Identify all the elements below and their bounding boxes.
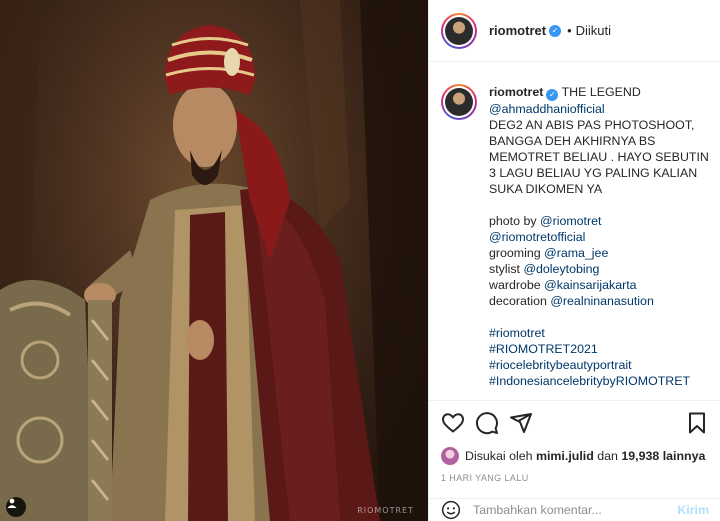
person-icon xyxy=(7,498,17,508)
follow-status-button[interactable]: Diikuti xyxy=(576,23,611,38)
hashtag-link[interactable]: #IndonesiancelebritybyRIOMOTRET xyxy=(489,373,709,389)
credit-decoration: decoration @realninanasution xyxy=(489,293,709,309)
add-comment-bar: Kirim xyxy=(429,498,720,521)
caption-avatar-ring[interactable] xyxy=(441,84,477,120)
credit-mention[interactable]: @rama_jee xyxy=(544,246,608,260)
user-tag-icon[interactable] xyxy=(6,497,26,517)
credit-mention[interactable]: @doleytobing xyxy=(523,262,599,276)
photo-watermark: RIOMOTRET xyxy=(357,506,414,515)
caption-text: riomotret ✓ THE LEGEND @ahmaddhaniofficia… xyxy=(489,84,709,389)
avatar-frame xyxy=(443,86,475,118)
caption-line: DEG2 AN ABIS PAS PHOTOSHOOT, xyxy=(489,118,695,132)
caption-line: THE LEGEND xyxy=(561,85,641,99)
verified-badge-icon: ✓ xyxy=(549,24,562,37)
post-actions-area: Disukai oleh mimi.julid dan 19,938 lainn… xyxy=(429,400,720,489)
bookmark-icon[interactable] xyxy=(685,411,709,435)
comment-input[interactable] xyxy=(473,503,678,517)
avatar xyxy=(445,16,473,45)
avatar xyxy=(445,88,473,116)
hashtag-link[interactable]: #RIOMOTRET2021 xyxy=(489,341,709,357)
share-glyph xyxy=(510,413,532,433)
portrait-illustration xyxy=(0,0,428,521)
caption-username[interactable]: riomotret xyxy=(489,85,543,99)
credit-mention[interactable]: @realninanasution xyxy=(550,294,654,308)
heart-icon[interactable] xyxy=(441,411,465,435)
post-header: riomotret ✓ • Diikuti xyxy=(429,0,720,62)
avatar-frame xyxy=(443,14,475,47)
smiley-icon[interactable] xyxy=(441,500,461,520)
liker-username[interactable]: mimi.julid xyxy=(536,449,594,463)
credit-stylist: stylist @doleytobing xyxy=(489,261,709,277)
likes-count[interactable]: 19,938 lainnya xyxy=(621,449,705,463)
credit-mention[interactable]: @kainsarijakarta xyxy=(544,278,636,292)
post-side-panel: riomotret ✓ • Diikuti riomotret ✓ THE LEG… xyxy=(428,0,720,521)
separator-dot: • xyxy=(567,23,572,38)
action-bar xyxy=(429,401,720,445)
caption-mention[interactable]: @ahmaddhaniofficial xyxy=(489,101,709,117)
verified-badge-icon: ✓ xyxy=(546,89,559,101)
post-photo[interactable]: RIOMOTRET xyxy=(0,0,428,521)
likes-connector: dan xyxy=(597,449,618,463)
caption-line: 3 LAGU BELIAU YG PALING KALIAN xyxy=(489,166,698,180)
credit-photo: photo by @riomotret xyxy=(489,213,709,229)
credit-label: stylist xyxy=(489,262,520,276)
credit-mention[interactable]: @riomotretofficial xyxy=(489,229,709,245)
hashtag-link[interactable]: #riomotret xyxy=(489,325,709,341)
bookmark-glyph xyxy=(689,412,705,434)
header-username[interactable]: riomotret xyxy=(489,23,546,38)
post-timestamp[interactable]: 1 HARI YANG LALU xyxy=(429,467,720,489)
credit-wardrobe: wardrobe @kainsarijakarta xyxy=(489,277,709,293)
hashtag-link[interactable]: #riocelebritybeautyportrait xyxy=(489,357,709,373)
caption-section: riomotret ✓ THE LEGEND @ahmaddhaniofficia… xyxy=(429,62,720,400)
credit-label: grooming xyxy=(489,246,541,260)
likes-prefix: Disukai oleh xyxy=(465,449,533,463)
credit-grooming: grooming @rama_jee xyxy=(489,245,709,261)
post-comment-button[interactable]: Kirim xyxy=(677,503,709,517)
caption-row: riomotret ✓ THE LEGEND @ahmaddhaniofficia… xyxy=(441,84,709,389)
likes-summary: Disukai oleh mimi.julid dan 19,938 lainn… xyxy=(429,445,720,467)
credit-label: photo by xyxy=(489,214,537,228)
caption-line: MEMOTRET BELIAU . HAYO SEBUTIN xyxy=(489,150,709,164)
credit-mention[interactable]: @riomotret xyxy=(540,214,601,228)
credit-label: decoration xyxy=(489,294,547,308)
caption-line: BANGGA DEH AKHIRNYA BS xyxy=(489,134,656,148)
heart-glyph xyxy=(441,413,465,433)
caption-line: SUKA DIKOMEN YA xyxy=(489,182,603,196)
credit-label: wardrobe xyxy=(489,278,541,292)
liker-avatar[interactable] xyxy=(441,447,459,465)
profile-avatar-ring[interactable] xyxy=(441,12,477,49)
comment-glyph xyxy=(476,412,498,435)
share-icon[interactable] xyxy=(509,411,533,435)
comment-icon[interactable] xyxy=(475,411,499,435)
